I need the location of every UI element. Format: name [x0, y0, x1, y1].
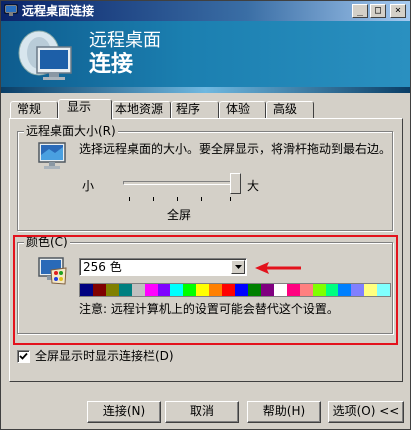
slider-tick [129, 197, 130, 201]
slider-tick [201, 197, 202, 201]
app-icon [4, 4, 18, 16]
tab-advanced[interactable]: 高级 [266, 101, 314, 119]
checkmark-icon [19, 352, 28, 360]
banner-title: 远程桌面 [89, 30, 161, 51]
monitor-icon [38, 142, 66, 169]
tab-local-resources[interactable]: 本地资源 [112, 101, 171, 119]
banner-stripe [1, 87, 410, 93]
remote-desktop-window: 远程桌面连接 _ □ × 远程桌面 连接 常规 显示 本地资源 程序 体验 高级… [0, 0, 411, 430]
maximize-button[interactable]: □ [370, 4, 386, 18]
minimize-button[interactable]: _ [352, 4, 368, 18]
show-connection-bar-label[interactable]: 全屏显示时显示连接栏(D) [35, 349, 174, 364]
slider-min-label: 小 [82, 179, 95, 193]
slider-tick [177, 197, 178, 201]
size-description: 选择远程桌面的大小。要全屏显示，将滑杆拖动到最右边。 [79, 142, 392, 156]
slider-max-label: 大 [247, 179, 260, 193]
slider-value-label: 全屏 [167, 208, 192, 222]
banner: 远程桌面 连接 [1, 21, 410, 93]
banner-subtitle: 连接 [89, 52, 134, 77]
remote-desktop-icon [18, 30, 72, 80]
size-group-legend: 远程桌面大小(R) [24, 124, 118, 138]
help-button[interactable]: 帮助(H) [247, 401, 321, 423]
close-button[interactable]: × [390, 4, 406, 18]
tab-experience[interactable]: 体验 [219, 101, 266, 119]
size-slider-track[interactable] [123, 181, 235, 185]
show-connection-bar-checkbox[interactable] [17, 350, 30, 363]
title-bar[interactable]: 远程桌面连接 _ □ × [1, 1, 410, 21]
slider-tick [230, 197, 231, 201]
window-title: 远程桌面连接 [22, 4, 95, 18]
options-button[interactable]: 选项(O) << [328, 401, 404, 423]
tab-programs[interactable]: 程序 [171, 101, 219, 119]
tab-general[interactable]: 常规 [10, 101, 58, 119]
tab-display[interactable]: 显示 [58, 99, 112, 120]
slider-tick [153, 197, 154, 201]
highlight-annotation [13, 235, 398, 345]
connect-button[interactable]: 连接(N) [87, 401, 161, 423]
cancel-button[interactable]: 取消 [165, 401, 239, 423]
size-slider-thumb[interactable] [229, 173, 241, 194]
